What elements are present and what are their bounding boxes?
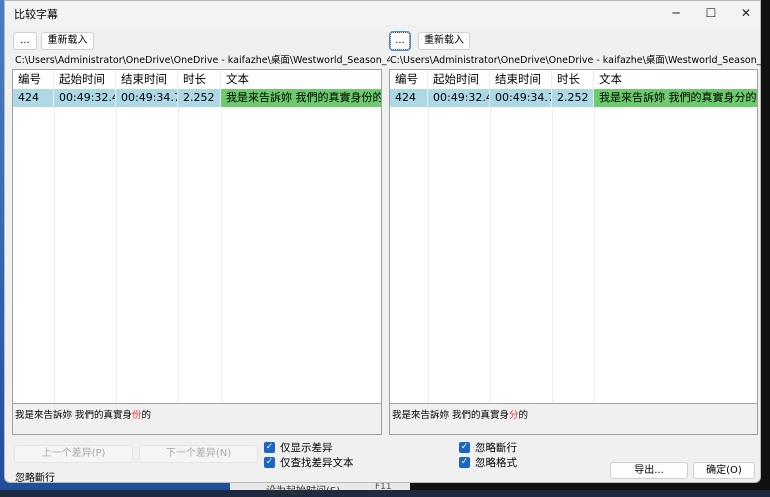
cell-start: 00:49:32.47 bbox=[428, 89, 490, 107]
column-header-text[interactable]: 文本 bbox=[594, 70, 757, 88]
table-row[interactable]: 424 00:49:32.47 00:49:34.72 2.252 我是來告訴妳… bbox=[13, 89, 381, 107]
ok-button[interactable]: 确定(O) bbox=[693, 462, 755, 479]
right-subtitle-list[interactable]: 编号 起始时间 结束时间 时长 文本 424 00:49:32.47 00:49… bbox=[389, 69, 758, 404]
previous-diff-button[interactable]: 上一个差异(P) bbox=[14, 445, 133, 463]
cell-duration: 2.252 bbox=[178, 89, 221, 107]
column-header-duration[interactable]: 时长 bbox=[552, 70, 594, 88]
ignore-format-checkbox[interactable]: ✓ 忽略格式 bbox=[459, 455, 517, 470]
column-header-start[interactable]: 起始时间 bbox=[54, 70, 116, 88]
checkmark-icon: ✓ bbox=[264, 442, 275, 453]
left-text-preview: 我是來告訴妳 我們的真實身份的 bbox=[12, 404, 382, 435]
export-button[interactable]: 导出... bbox=[610, 462, 688, 479]
find-diff-text-checkbox[interactable]: ✓ 仅查找差异文本 bbox=[264, 455, 354, 470]
left-reload-button[interactable]: 重新载入 bbox=[41, 32, 94, 50]
list-header: 编号 起始时间 结束时间 时长 文本 bbox=[390, 70, 757, 88]
cell-number: 424 bbox=[390, 89, 428, 107]
left-subtitle-list[interactable]: 编号 起始时间 结束时间 时长 文本 424 00:49:32.47 00:49… bbox=[12, 69, 382, 404]
right-browse-button[interactable]: ... bbox=[389, 31, 411, 51]
compare-subtitles-dialog: 比较字幕 ─ ☐ ✕ ... 重新载入 ... 重新载入 C:\Users\Ad… bbox=[4, 0, 762, 484]
background-shortcut: F11 bbox=[375, 482, 392, 492]
column-header-duration[interactable]: 时长 bbox=[178, 70, 221, 88]
cell-text: 我是來告訴妳 我們的真實身分的 bbox=[594, 89, 757, 107]
column-header-number[interactable]: 编号 bbox=[13, 70, 54, 88]
status-text: 忽略斷行 bbox=[15, 473, 55, 484]
diff-highlight: 分 bbox=[509, 410, 519, 421]
ignore-linebreak-checkbox[interactable]: ✓ 忽略斷行 bbox=[459, 440, 517, 455]
right-text-preview: 我是來告訴妳 我們的真實身分的 bbox=[389, 404, 758, 435]
diff-highlight: 份 bbox=[132, 410, 142, 421]
show-only-diff-checkbox[interactable]: ✓ 仅显示差异 bbox=[264, 440, 333, 455]
column-header-number[interactable]: 编号 bbox=[390, 70, 428, 88]
cell-number: 424 bbox=[13, 89, 54, 107]
cell-end: 00:49:34.72 bbox=[490, 89, 552, 107]
cell-duration: 2.252 bbox=[552, 89, 594, 107]
right-reload-button[interactable]: 重新载入 bbox=[418, 32, 470, 50]
window-title: 比较字幕 bbox=[14, 8, 58, 21]
table-row[interactable]: 424 00:49:32.47 00:49:34.72 2.252 我是來告訴妳… bbox=[390, 89, 757, 107]
cell-text: 我是來告訴妳 我們的真實身份的 bbox=[221, 89, 381, 107]
checkmark-icon: ✓ bbox=[459, 457, 470, 468]
cell-start: 00:49:32.47 bbox=[54, 89, 116, 107]
column-header-end[interactable]: 结束时间 bbox=[490, 70, 552, 88]
cell-end: 00:49:34.72 bbox=[116, 89, 178, 107]
column-header-end[interactable]: 结束时间 bbox=[116, 70, 178, 88]
right-file-path: C:\Users\Administrator\OneDrive\OneDrive… bbox=[390, 55, 762, 66]
checkmark-icon: ✓ bbox=[459, 442, 470, 453]
column-header-start[interactable]: 起始时间 bbox=[428, 70, 490, 88]
checkmark-icon: ✓ bbox=[264, 457, 275, 468]
minimize-button[interactable]: ─ bbox=[659, 1, 693, 25]
title-bar: 比较字幕 ─ ☐ ✕ bbox=[5, 1, 760, 25]
maximize-button[interactable]: ☐ bbox=[694, 1, 728, 25]
left-browse-button[interactable]: ... bbox=[13, 32, 37, 50]
column-header-text[interactable]: 文本 bbox=[221, 70, 381, 88]
list-header: 编号 起始时间 结束时间 时长 文本 bbox=[13, 70, 381, 88]
left-file-path: C:\Users\Administrator\OneDrive\OneDrive… bbox=[15, 55, 390, 66]
close-button[interactable]: ✕ bbox=[729, 1, 763, 25]
next-diff-button[interactable]: 下一个差异(N) bbox=[139, 445, 258, 463]
